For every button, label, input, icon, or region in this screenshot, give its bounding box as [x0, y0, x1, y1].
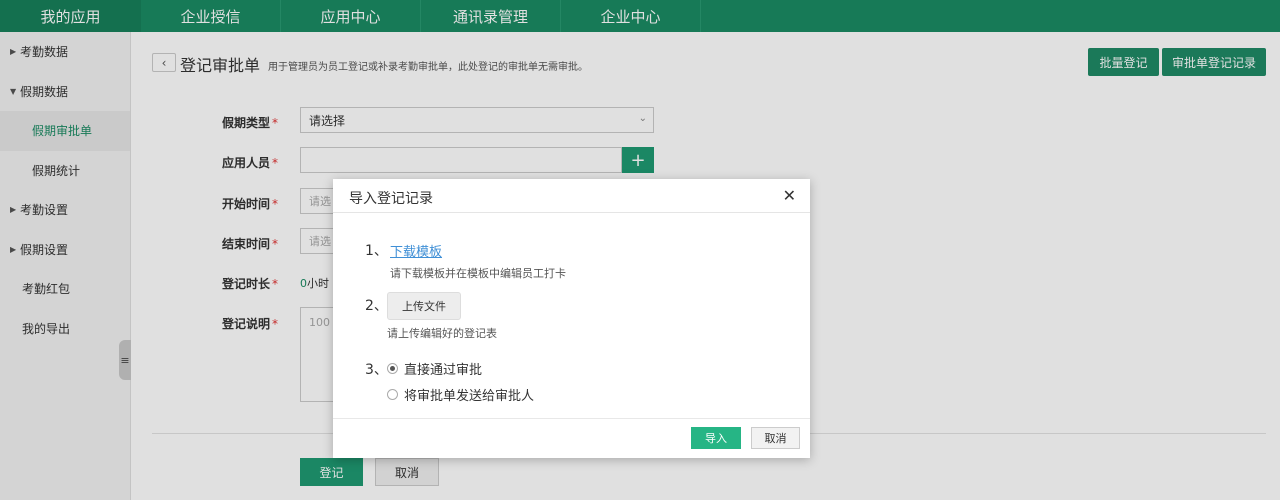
download-template-link[interactable]: 下载模板	[390, 241, 442, 260]
dialog-header: 导入登记记录 ✕	[333, 179, 810, 213]
import-dialog: 导入登记记录 ✕ 1、 下载模板 请下载模板并在模板中编辑员工打卡 2、 上传文…	[333, 179, 810, 458]
step-1-number: 1、	[365, 243, 388, 259]
step-3-number: 3、	[365, 362, 388, 378]
step-1-hint: 请下载模板并在模板中编辑员工打卡	[390, 267, 566, 280]
radio-direct-approve[interactable]: 直接通过审批	[387, 359, 482, 378]
import-button[interactable]: 导入	[691, 427, 741, 449]
dialog-title: 导入登记记录	[349, 191, 433, 207]
upload-file-button[interactable]: 上传文件	[387, 292, 461, 320]
step-2-number: 2、	[365, 298, 388, 314]
radio-unchecked-icon	[387, 389, 398, 400]
radio-label: 将审批单发送给审批人	[404, 389, 535, 404]
radio-checked-icon	[387, 363, 398, 374]
close-icon[interactable]: ✕	[783, 186, 796, 205]
radio-send-to-approver[interactable]: 将审批单发送给审批人	[387, 385, 534, 404]
dialog-cancel-button[interactable]: 取消	[751, 427, 800, 449]
radio-label: 直接通过审批	[404, 363, 483, 378]
step-2-hint: 请上传编辑好的登记表	[387, 327, 497, 340]
